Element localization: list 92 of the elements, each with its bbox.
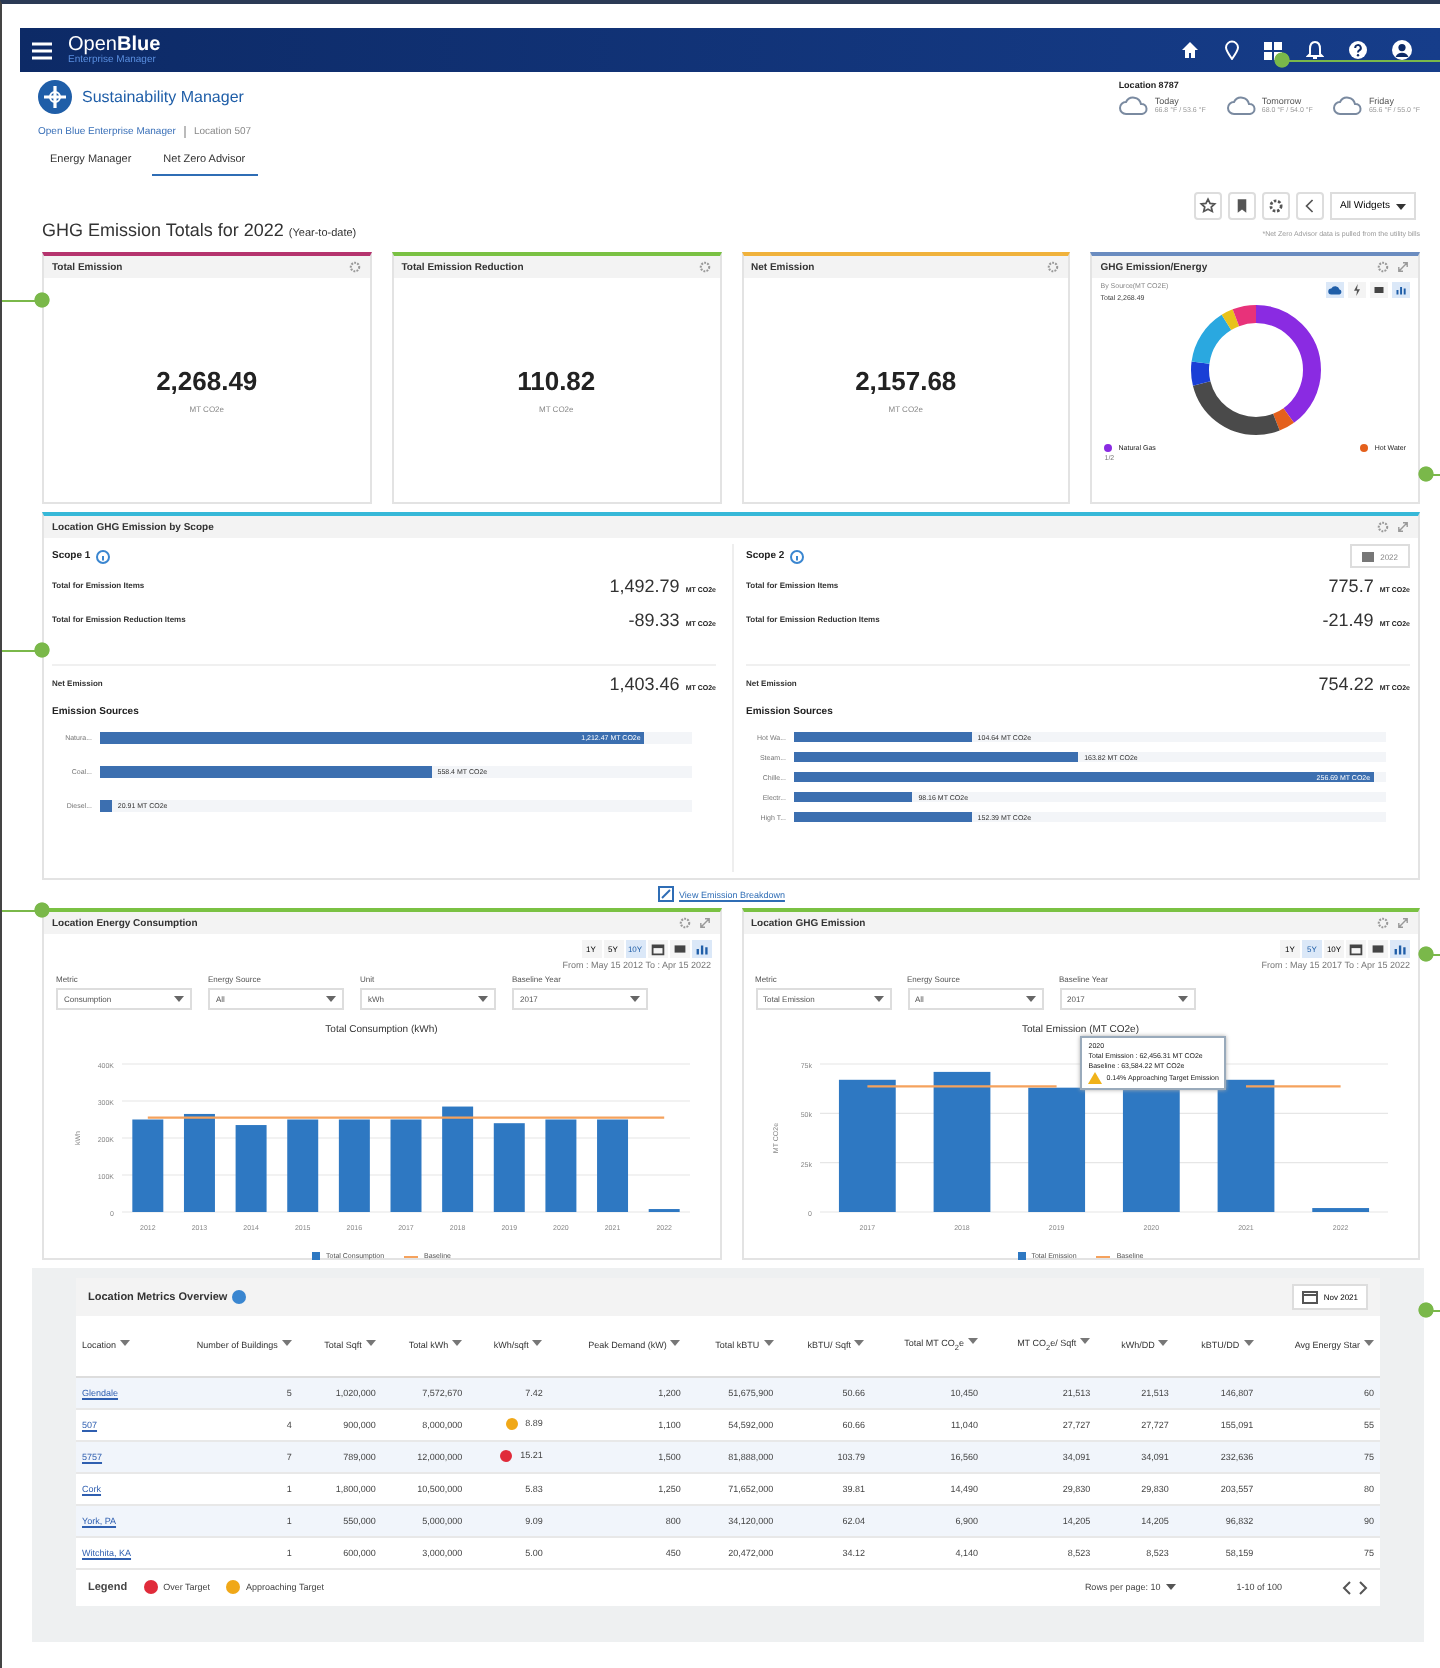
expand-icon[interactable] (1396, 916, 1410, 930)
chevron-left-icon[interactable] (1342, 1579, 1352, 1595)
callout-marker (1418, 1302, 1440, 1318)
cloud-icon (1332, 94, 1365, 116)
metric-value: 775.7 (1328, 575, 1374, 595)
expand-icon[interactable] (697, 916, 711, 930)
bookmark-icon[interactable] (1227, 192, 1256, 220)
calendar-icon[interactable] (1346, 940, 1366, 958)
caret-icon[interactable] (967, 1338, 978, 1345)
calendar-icon (1362, 550, 1375, 562)
caret-icon (326, 996, 336, 1002)
metric-value: 1,492.79 (609, 575, 680, 595)
chart-bar (839, 1079, 897, 1212)
metric-value: -89.33 (628, 609, 680, 629)
cloud-button-icon[interactable] (1326, 282, 1344, 298)
kpi-value: 2,157.68 (855, 366, 957, 396)
callout-marker (2, 642, 50, 658)
caret-icon[interactable] (120, 1340, 131, 1347)
caret-icon[interactable] (452, 1340, 463, 1347)
caret-icon[interactable] (1166, 1584, 1177, 1590)
caret-icon[interactable] (1158, 1340, 1169, 1347)
table-icon[interactable] (1368, 940, 1388, 958)
edit-icon (657, 886, 674, 902)
kpi-value: 2,268.49 (156, 366, 258, 396)
menu-icon[interactable] (32, 41, 52, 59)
metric-value: -21.49 (1322, 609, 1374, 629)
chart-bar (1218, 1079, 1275, 1212)
chart-bar (235, 1125, 267, 1212)
bar-chart-icon[interactable] (1390, 940, 1410, 958)
location-pin-icon[interactable] (1224, 40, 1240, 60)
caret-icon[interactable] (763, 1340, 774, 1347)
expand-icon[interactable] (1396, 520, 1410, 534)
star-icon[interactable] (1193, 192, 1222, 220)
chart-bar (934, 1071, 991, 1212)
callout-marker (1418, 466, 1440, 482)
metric-value: 754.22 (1318, 673, 1374, 693)
caret-icon (1396, 203, 1406, 209)
table-icon[interactable] (1370, 282, 1388, 298)
caret-icon (1177, 996, 1187, 1002)
chart-bar (441, 1106, 473, 1212)
caret-icon (873, 996, 883, 1002)
table-icon[interactable] (669, 940, 689, 958)
chart-bar (493, 1123, 525, 1212)
caret-icon[interactable] (670, 1340, 681, 1347)
home-icon[interactable] (1180, 40, 1200, 60)
info-icon[interactable] (790, 549, 805, 563)
caret-icon[interactable] (854, 1340, 865, 1347)
approaching-target-icon (226, 1580, 240, 1594)
callout-marker (2, 292, 50, 308)
chart-bar (1123, 1088, 1181, 1212)
info-icon[interactable] (231, 1290, 246, 1304)
caret-icon (630, 996, 640, 1002)
calendar-icon (1301, 1290, 1318, 1304)
chart-bar (286, 1119, 318, 1212)
chart-bar (183, 1113, 215, 1212)
over-target-icon (143, 1580, 158, 1594)
legend-line (1096, 1255, 1111, 1257)
chart-bar (338, 1119, 370, 1212)
caret-icon (174, 996, 184, 1002)
cloud-icon (1118, 94, 1151, 116)
caret-icon[interactable] (281, 1340, 292, 1347)
caret-icon[interactable] (1080, 1338, 1091, 1345)
chevron-right-icon[interactable] (1358, 1579, 1368, 1595)
caret-icon[interactable] (365, 1340, 376, 1347)
bar-chart-icon[interactable] (1392, 282, 1410, 298)
legend-line (404, 1255, 419, 1257)
cloud-icon (1225, 94, 1258, 116)
brand-logo: OpenBlue (68, 35, 161, 55)
caret-icon[interactable] (1243, 1340, 1254, 1347)
chart-bar (544, 1119, 576, 1212)
chart-bar (1028, 1087, 1086, 1212)
info-icon[interactable] (96, 549, 111, 563)
chart-bar (390, 1119, 421, 1212)
app-title: Sustainability Manager (82, 88, 244, 106)
callout-marker (1418, 946, 1440, 962)
caret-icon[interactable] (532, 1340, 543, 1347)
caret-icon[interactable] (1364, 1340, 1374, 1347)
app-logo-icon (38, 80, 72, 114)
bolt-icon[interactable] (1348, 282, 1366, 298)
caret-icon (1025, 996, 1035, 1002)
metric-value: 1,403.46 (609, 673, 680, 693)
warning-icon (1088, 1072, 1103, 1084)
legend-swatch (312, 1252, 321, 1260)
chart-bar (131, 1119, 163, 1212)
caret-icon (478, 996, 488, 1002)
legend-swatch (1017, 1252, 1026, 1260)
chart-bar (596, 1119, 628, 1212)
bar-chart-icon[interactable] (691, 940, 711, 958)
kpi-value: 110.82 (517, 366, 596, 396)
expand-icon[interactable] (1396, 260, 1410, 274)
callout-marker (2, 902, 50, 918)
calendar-icon[interactable] (647, 940, 667, 958)
